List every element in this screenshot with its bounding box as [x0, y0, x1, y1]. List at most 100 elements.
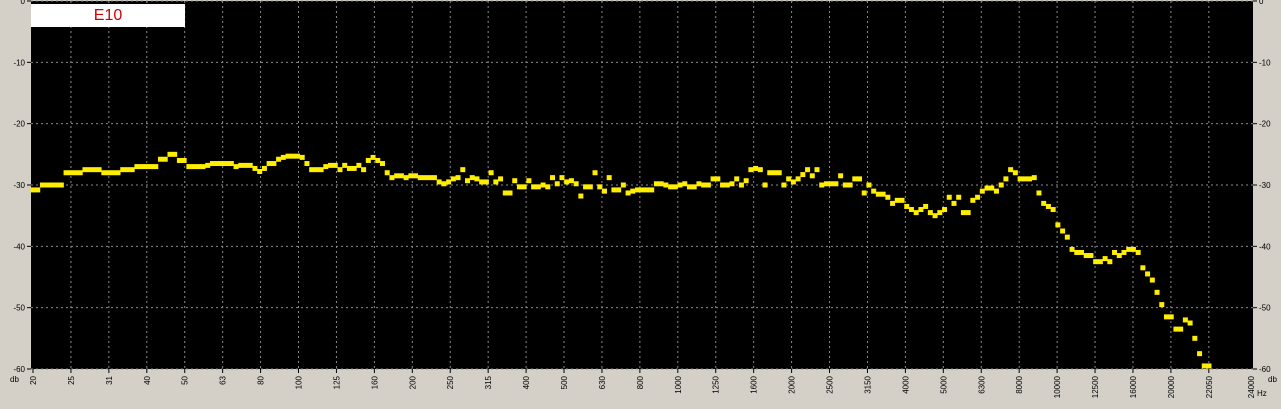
data-point	[474, 176, 480, 182]
x-tick-label: 1600	[750, 375, 759, 393]
data-point	[1206, 363, 1212, 369]
data-point	[535, 184, 541, 190]
data-point	[370, 154, 376, 160]
data-point	[200, 164, 206, 170]
data-point	[838, 173, 844, 179]
data-point	[54, 182, 60, 188]
data-point	[757, 167, 763, 173]
data-point	[101, 170, 107, 176]
data-point	[313, 167, 319, 173]
data-point	[172, 151, 178, 157]
data-point	[408, 173, 414, 179]
data-point	[106, 170, 112, 176]
data-point	[96, 167, 102, 173]
data-point	[767, 170, 773, 176]
data-point	[328, 162, 334, 168]
data-point	[554, 181, 560, 187]
data-point	[748, 167, 754, 173]
data-point	[162, 156, 168, 162]
data-point	[880, 191, 886, 197]
data-point	[573, 181, 579, 187]
data-point	[790, 179, 796, 185]
data-point	[158, 156, 164, 162]
x-tick-label: 22050	[1205, 375, 1214, 398]
data-point	[58, 182, 64, 188]
y-tick-label: -20	[13, 120, 25, 129]
data-point	[1022, 176, 1028, 182]
data-point	[984, 185, 990, 191]
x-tick-label: 500	[560, 375, 569, 389]
data-point	[181, 157, 187, 163]
x-tick-label: 8000	[1015, 375, 1024, 393]
data-point	[611, 187, 617, 193]
y-tick-label: -60	[13, 365, 25, 374]
data-point	[323, 164, 329, 170]
data-point	[653, 181, 659, 187]
data-point	[342, 162, 348, 168]
data-point	[1008, 167, 1014, 173]
data-point	[616, 187, 622, 193]
data-point	[805, 167, 811, 173]
x-tick-label: 12500	[1091, 375, 1100, 398]
x-tick-label: 1250	[712, 375, 721, 393]
data-point	[847, 182, 853, 188]
x-tick-label: 2500	[826, 375, 835, 393]
data-point	[1031, 175, 1037, 181]
data-point	[257, 169, 263, 175]
x-tick-label: 31	[105, 375, 114, 384]
data-point	[276, 156, 282, 162]
x-tick-label: 63	[219, 375, 228, 384]
data-point	[44, 182, 50, 188]
data-point	[394, 173, 400, 179]
data-point	[932, 213, 938, 219]
data-point	[540, 182, 546, 188]
data-point	[49, 182, 55, 188]
y-tick-label: 0	[21, 0, 26, 6]
data-point	[39, 182, 45, 188]
data-point	[861, 190, 867, 196]
x-tick-label: 20	[29, 375, 38, 384]
data-point	[1060, 228, 1066, 234]
x-tick-label: 4000	[901, 375, 910, 393]
data-point	[261, 165, 267, 171]
data-point	[1050, 207, 1056, 213]
data-point	[1154, 289, 1160, 295]
data-point	[450, 176, 456, 182]
data-point	[1069, 246, 1075, 252]
data-point	[658, 181, 664, 187]
data-point	[960, 210, 966, 216]
data-point	[620, 182, 626, 188]
y-tick-label-right: -60	[1259, 365, 1271, 374]
data-point	[1168, 314, 1174, 320]
data-point	[1078, 249, 1084, 255]
data-point	[875, 191, 881, 197]
data-point	[668, 184, 674, 190]
data-point	[1201, 363, 1207, 369]
data-point	[285, 153, 291, 159]
data-point	[649, 187, 655, 193]
data-point	[701, 182, 707, 188]
data-point	[139, 164, 145, 170]
data-point	[710, 176, 716, 182]
data-point	[1003, 176, 1009, 182]
x-tick-label: 50	[181, 375, 190, 384]
data-point	[871, 188, 877, 194]
data-point	[365, 157, 371, 163]
data-point	[531, 184, 537, 190]
y-tick-label: -10	[13, 58, 25, 67]
data-point	[734, 176, 740, 182]
data-point	[776, 170, 782, 176]
data-point	[904, 203, 910, 209]
data-point	[304, 161, 310, 167]
data-point	[186, 164, 192, 170]
data-point	[460, 167, 466, 173]
data-point	[601, 188, 607, 194]
data-point	[209, 161, 215, 167]
data-point	[942, 207, 948, 213]
data-point	[389, 175, 395, 181]
x-tick-label: 16000	[1129, 375, 1138, 398]
data-point	[1126, 246, 1132, 252]
data-point	[252, 165, 258, 171]
data-point	[431, 175, 437, 181]
data-point	[153, 164, 159, 170]
